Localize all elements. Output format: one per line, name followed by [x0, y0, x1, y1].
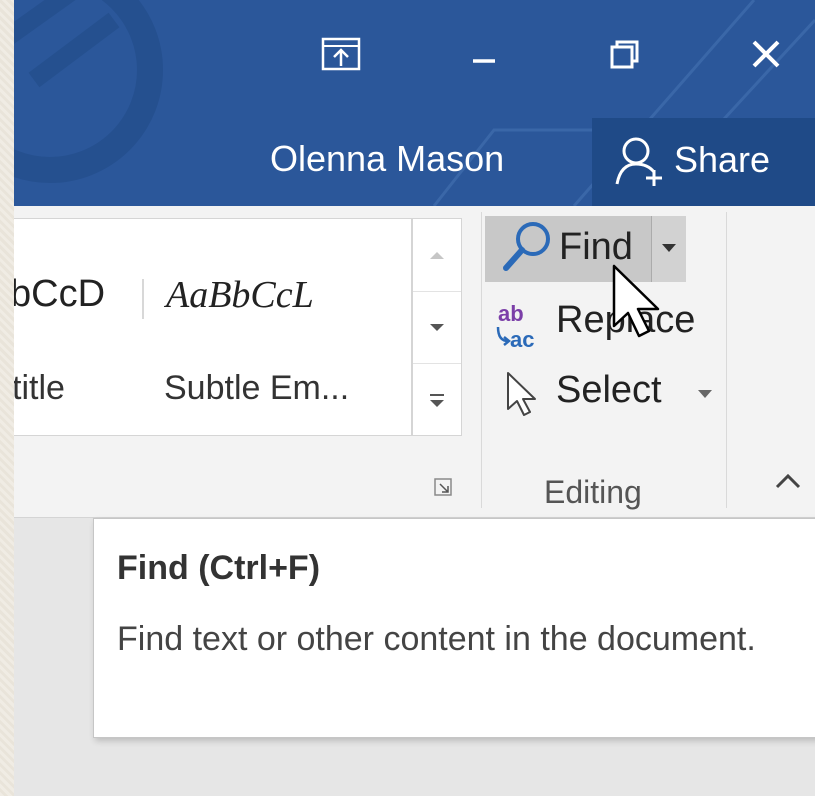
share-person-icon: [615, 137, 662, 186]
chevron-down-icon: [698, 390, 712, 398]
chevron-down-icon: [430, 324, 444, 331]
ribbon-display-options-icon: [321, 37, 361, 71]
group-divider: [726, 212, 727, 508]
select-label: Select: [556, 369, 662, 411]
gallery-more-button[interactable]: [413, 363, 461, 436]
gallery-scroll-down-button[interactable]: [413, 291, 461, 364]
share-button[interactable]: Share: [592, 118, 815, 206]
svg-text:ac: ac: [510, 327, 534, 352]
share-label: Share: [674, 139, 771, 180]
collapse-ribbon-icon[interactable]: [774, 472, 802, 490]
more-dropdown-icon: [430, 394, 444, 407]
minimize-icon: [473, 59, 495, 63]
page-background: [0, 0, 14, 796]
ribbon: bCcD AaBbCcL title Subtle Em... Find ab …: [14, 206, 815, 518]
chevron-up-icon: [430, 252, 444, 259]
find-tooltip: Find (Ctrl+F) Find text or other content…: [93, 518, 815, 738]
gallery-divider: [142, 279, 144, 319]
tooltip-title: Find (Ctrl+F): [117, 549, 321, 587]
style-sample-subtle-emphasis[interactable]: AaBbCcL: [166, 273, 314, 317]
select-pointer-icon: [507, 372, 536, 416]
chevron-down-icon: [662, 244, 676, 252]
tooltip-description: Find text or other content in the docume…: [117, 620, 756, 658]
restore-icon: [610, 40, 639, 69]
ribbon-display-options-button[interactable]: [311, 24, 371, 84]
mouse-cursor-icon: [612, 264, 660, 338]
style-label-subtitle[interactable]: title: [14, 369, 65, 408]
restore-button[interactable]: [594, 24, 654, 84]
minimize-button[interactable]: [454, 24, 514, 84]
title-bar: Olenna Mason Share: [14, 0, 815, 206]
word-window: Olenna Mason Share bCcD AaBbCcL title Su…: [14, 0, 815, 796]
close-icon: [752, 40, 780, 68]
group-divider: [481, 212, 482, 508]
find-label: Find: [559, 226, 633, 268]
replace-button[interactable]: ab ac Replace: [485, 292, 725, 356]
close-button[interactable]: [736, 24, 796, 84]
svg-text:ab: ab: [498, 301, 524, 326]
styles-gallery: bCcD AaBbCcL title Subtle Em...: [14, 218, 412, 436]
gallery-scroll-up-button[interactable]: [413, 219, 461, 291]
magnifier-icon: [503, 222, 550, 271]
editing-group-label: Editing: [544, 474, 642, 510]
styles-gallery-scroll: [412, 218, 462, 436]
user-name[interactable]: Olenna Mason: [270, 138, 504, 180]
select-button[interactable]: Select: [485, 362, 725, 426]
dialog-launcher-icon[interactable]: [434, 478, 454, 498]
replace-icon: ab ac: [496, 301, 534, 352]
style-label-subtle-emphasis[interactable]: Subtle Em...: [164, 369, 349, 408]
style-sample-subtitle[interactable]: bCcD: [14, 273, 105, 316]
